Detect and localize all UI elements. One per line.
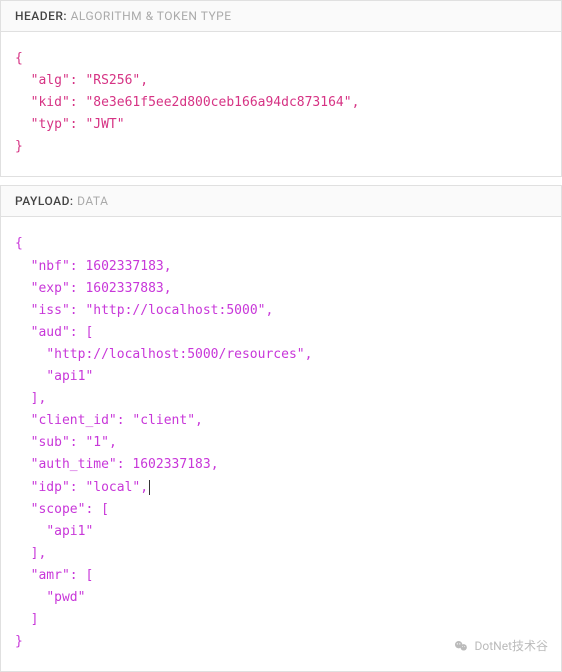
watermark: DotNet技术谷	[453, 637, 549, 654]
header-subtitle: ALGORITHM & TOKEN TYPE	[71, 9, 232, 23]
text-cursor	[149, 480, 150, 495]
payload-scope-0: api1	[54, 524, 85, 539]
payload-clientid-value: client	[140, 413, 187, 428]
payload-section: PAYLOAD: DATA { "nbf": 1602337183, "exp"…	[0, 185, 562, 672]
header-section: HEADER: ALGORITHM & TOKEN TYPE { "alg": …	[0, 0, 562, 177]
payload-subtitle: DATA	[77, 194, 108, 208]
payload-amr-0: pwd	[54, 590, 77, 605]
header-label: HEADER:	[15, 9, 67, 23]
payload-code-block[interactable]: { "nbf": 1602337183, "exp": 1602337883, …	[1, 217, 561, 671]
payload-idp-value: local	[93, 480, 132, 495]
payload-label: PAYLOAD:	[15, 194, 74, 208]
payload-iss-value: http://localhost:5000	[93, 303, 257, 318]
payload-authtime-value: 1602337183	[132, 457, 210, 472]
header-kid-value: 8e3e61f5ee2d800ceb166a94dc873164	[93, 95, 343, 110]
payload-sub-value: 1	[93, 435, 101, 450]
header-title-bar: HEADER: ALGORITHM & TOKEN TYPE	[1, 1, 561, 32]
payload-aud-1: api1	[54, 369, 85, 384]
payload-exp-value: 1602337883	[85, 281, 163, 296]
header-code-block[interactable]: { "alg": "RS256", "kid": "8e3e61f5ee2d80…	[1, 32, 561, 176]
header-alg-value: RS256	[93, 73, 132, 88]
payload-nbf-value: 1602337183	[85, 259, 163, 274]
header-typ-value: JWT	[93, 117, 116, 132]
wechat-icon	[453, 638, 469, 654]
watermark-text: DotNet技术谷	[475, 637, 549, 654]
payload-aud-0: http://localhost:5000/resources	[54, 347, 297, 362]
payload-title-bar: PAYLOAD: DATA	[1, 186, 561, 217]
